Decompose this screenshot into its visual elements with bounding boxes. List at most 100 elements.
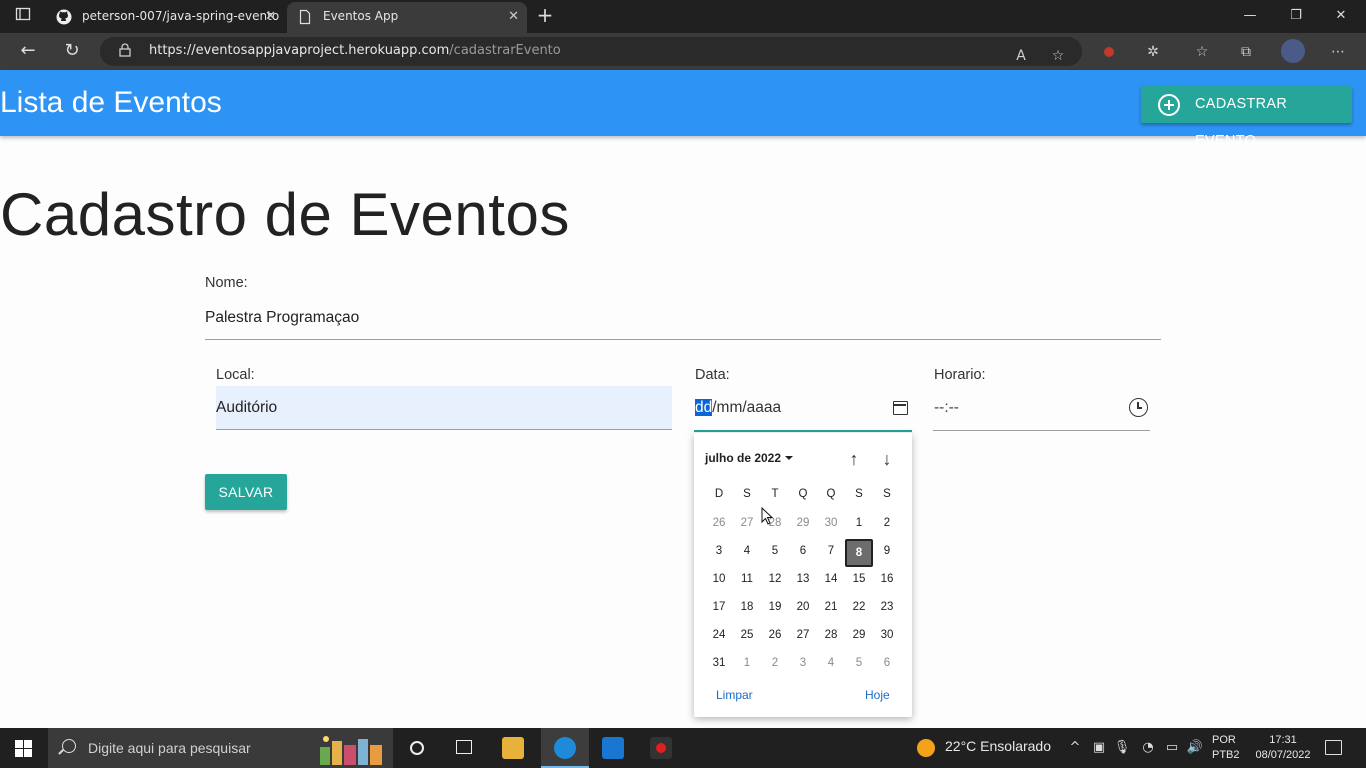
day-cell[interactable]: 30 [819, 517, 843, 529]
limpar-button[interactable]: Limpar [716, 688, 753, 702]
extensions-puzzle-icon[interactable]: ✲ [1143, 42, 1163, 62]
day-cell[interactable]: 5 [847, 657, 871, 669]
day-cell-today[interactable]: 8 [845, 539, 873, 567]
day-cell[interactable]: 11 [735, 573, 759, 585]
data-rest-segment[interactable]: /mm/aaaa [712, 399, 781, 416]
volume-icon[interactable]: 🔊 [1185, 740, 1205, 755]
camera-icon[interactable]: ▣ [1089, 740, 1109, 755]
url-field[interactable]: https://eventosappjavaproject.herokuapp.… [100, 37, 1082, 66]
local-input[interactable]: Auditório [216, 386, 672, 430]
day-cell[interactable]: 26 [763, 629, 787, 641]
day-cell[interactable]: 20 [791, 601, 815, 613]
new-tab-icon[interactable]: + [534, 4, 556, 26]
weekday-label: S [883, 488, 891, 500]
day-cell[interactable]: 21 [819, 601, 843, 613]
day-cell[interactable]: 15 [847, 573, 871, 585]
close-icon[interactable]: ✕ [265, 2, 276, 31]
back-icon[interactable]: ← [14, 38, 42, 66]
arrow-down-icon[interactable]: ↓ [877, 449, 897, 469]
notification-icon[interactable] [1325, 740, 1342, 755]
app-title[interactable]: Lista de Eventos [0, 86, 222, 120]
edge-browser-icon[interactable] [541, 728, 589, 768]
salvar-button[interactable]: SALVAR [205, 474, 287, 510]
day-cell[interactable]: 3 [707, 545, 731, 557]
day-cell[interactable]: 5 [763, 545, 787, 557]
day-cell[interactable]: 26 [707, 517, 731, 529]
day-cell[interactable]: 24 [707, 629, 731, 641]
file-explorer-icon[interactable] [489, 728, 537, 768]
tray-chevron-up-icon[interactable]: ^ [1065, 740, 1085, 755]
day-cell[interactable]: 2 [875, 517, 899, 529]
day-cell[interactable]: 27 [735, 517, 759, 529]
more-menu-icon[interactable]: ⋯ [1328, 42, 1348, 62]
lock-icon [119, 43, 131, 57]
day-cell[interactable]: 19 [763, 601, 787, 613]
month-select[interactable]: julho de 2022 [705, 451, 794, 465]
restore-icon[interactable]: ❐ [1281, 5, 1311, 27]
extension-ladybug-icon[interactable] [1099, 42, 1119, 62]
arrow-up-icon[interactable]: ↑ [844, 449, 864, 469]
cadastrar-evento-button[interactable]: CADASTRAR EVENTO [1141, 86, 1352, 149]
recorder-icon[interactable] [637, 728, 685, 768]
day-cell[interactable]: 6 [791, 545, 815, 557]
tab-eventos-app[interactable]: Eventos App ✕ [287, 2, 527, 33]
hoje-button[interactable]: Hoje [865, 688, 890, 702]
day-cell[interactable]: 27 [791, 629, 815, 641]
day-cell[interactable]: 12 [763, 573, 787, 585]
day-cell[interactable]: 7 [819, 545, 843, 557]
day-cell[interactable]: 16 [875, 573, 899, 585]
mail-icon[interactable] [589, 728, 637, 768]
minimize-icon[interactable]: — [1235, 5, 1265, 27]
favorites-icon[interactable]: ☆ [1192, 42, 1212, 62]
tab-actions-icon[interactable] [12, 6, 34, 28]
day-cell[interactable]: 1 [847, 517, 871, 529]
horario-input[interactable]: --:-- [934, 399, 959, 417]
day-cell[interactable]: 10 [707, 573, 731, 585]
day-cell[interactable]: 30 [875, 629, 899, 641]
day-cell[interactable]: 9 [875, 545, 899, 557]
day-cell[interactable]: 3 [791, 657, 815, 669]
windows-start-icon[interactable] [15, 740, 32, 757]
taskbar-search[interactable]: Digite aqui para pesquisar [48, 728, 393, 768]
tab-github[interactable]: peterson-007/java-spring-evento ✕ [46, 2, 284, 33]
collections-icon[interactable]: ⧉ [1236, 42, 1256, 62]
day-cell[interactable]: 18 [735, 601, 759, 613]
day-cell[interactable]: 28 [819, 629, 843, 641]
day-cell[interactable]: 2 [763, 657, 787, 669]
widgets-icon[interactable] [441, 728, 489, 768]
local-value: Auditório [216, 399, 278, 416]
battery-icon[interactable]: ▭ [1162, 740, 1182, 755]
day-cell[interactable]: 31 [707, 657, 731, 669]
close-icon[interactable]: ✕ [508, 2, 519, 31]
reload-icon[interactable]: ↻ [58, 38, 86, 66]
calendar-icon[interactable] [893, 401, 908, 415]
language-indicator[interactable]: POR PTB2 [1212, 733, 1240, 763]
day-cell[interactable]: 23 [875, 601, 899, 613]
data-input[interactable]: dd/mm/aaaa [695, 399, 781, 417]
network-icon[interactable]: ◔ [1138, 740, 1158, 755]
day-cell[interactable]: 1 [735, 657, 759, 669]
profile-avatar[interactable] [1281, 39, 1305, 63]
read-aloud-icon[interactable]: A [1011, 46, 1031, 66]
microphone-icon[interactable]: 🎙 [1112, 740, 1132, 755]
data-day-segment[interactable]: dd [695, 399, 713, 416]
clock-icon[interactable] [1129, 398, 1148, 417]
favorite-star-icon[interactable]: ☆ [1048, 46, 1068, 66]
taskbar-clock[interactable]: 17:31 08/07/2022 [1248, 733, 1318, 763]
day-cell[interactable]: 29 [791, 517, 815, 529]
day-cell[interactable]: 6 [875, 657, 899, 669]
date-picker-popup: julho de 2022 ↑ ↓ DSTQQSS 26 27 28 29 30 1 2 3 4… [694, 433, 912, 717]
day-cell[interactable]: 22 [847, 601, 871, 613]
weather-widget[interactable]: 22°C Ensolarado [945, 738, 1051, 754]
day-cell[interactable]: 14 [819, 573, 843, 585]
data-label: Data: [695, 367, 730, 383]
nome-input[interactable]: Palestra Programaçao [205, 309, 359, 327]
close-window-icon[interactable]: ✕ [1326, 5, 1356, 27]
task-view-icon[interactable] [393, 728, 441, 768]
day-cell[interactable]: 25 [735, 629, 759, 641]
day-cell[interactable]: 13 [791, 573, 815, 585]
day-cell[interactable]: 4 [819, 657, 843, 669]
day-cell[interactable]: 17 [707, 601, 731, 613]
day-cell[interactable]: 4 [735, 545, 759, 557]
day-cell[interactable]: 29 [847, 629, 871, 641]
